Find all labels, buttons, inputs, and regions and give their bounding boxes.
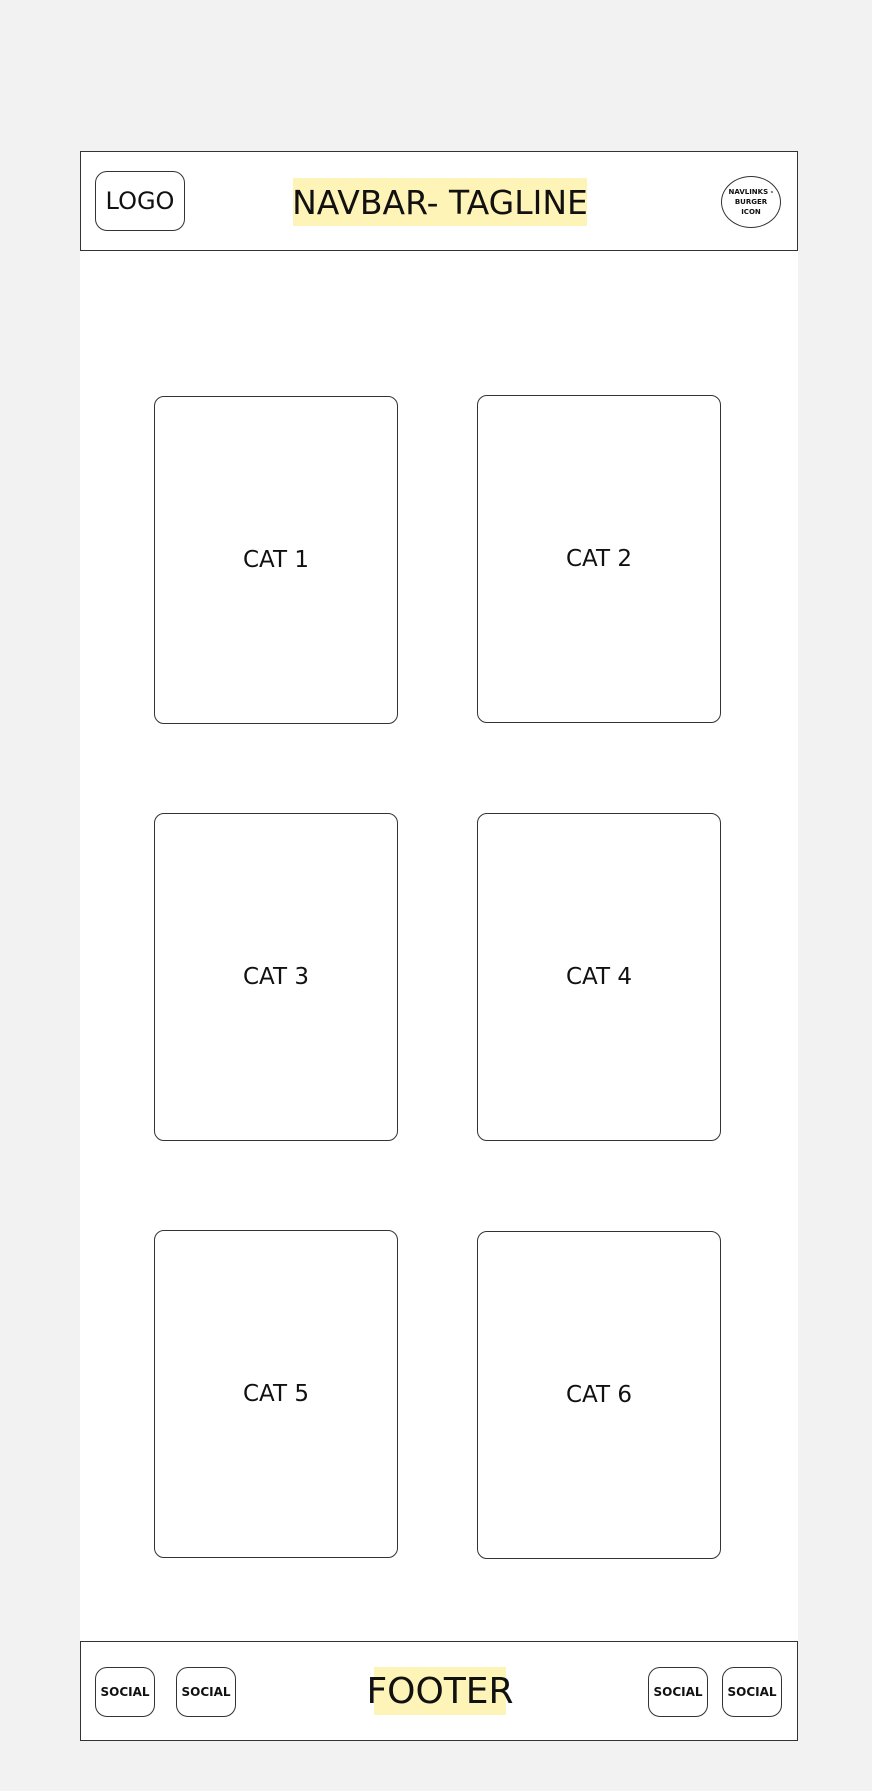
burger-label-line-2: BURGER: [734, 198, 768, 206]
category-card-2[interactable]: CAT 2: [477, 395, 721, 723]
burger-label-line-1: NAVLINKS -: [728, 188, 774, 196]
category-card-6[interactable]: CAT 6: [477, 1231, 721, 1559]
category-card-4[interactable]: CAT 4: [477, 813, 721, 1141]
social-button-2[interactable]: SOCIAL: [176, 1667, 236, 1717]
category-card-3[interactable]: CAT 3: [154, 813, 398, 1141]
social-button-3[interactable]: SOCIAL: [648, 1667, 708, 1717]
burger-label-line-3: ICON: [741, 208, 761, 216]
social-button-1[interactable]: SOCIAL: [95, 1667, 155, 1717]
footer-title: FOOTER: [366, 1667, 514, 1715]
social-button-4[interactable]: SOCIAL: [722, 1667, 782, 1717]
logo[interactable]: LOGO: [95, 171, 185, 231]
navbar-tagline: NAVBAR- TAGLINE: [292, 178, 588, 226]
category-card-1[interactable]: CAT 1: [154, 396, 398, 724]
burger-icon: NAVLINKS - BURGER ICON: [729, 187, 774, 217]
footer: SOCIAL SOCIAL FOOTER SOCIAL SOCIAL: [80, 1641, 798, 1741]
navbar: LOGO NAVBAR- TAGLINE NAVLINKS - BURGER I…: [80, 151, 798, 251]
burger-menu-button[interactable]: NAVLINKS - BURGER ICON: [721, 176, 781, 228]
category-card-5[interactable]: CAT 5: [154, 1230, 398, 1558]
